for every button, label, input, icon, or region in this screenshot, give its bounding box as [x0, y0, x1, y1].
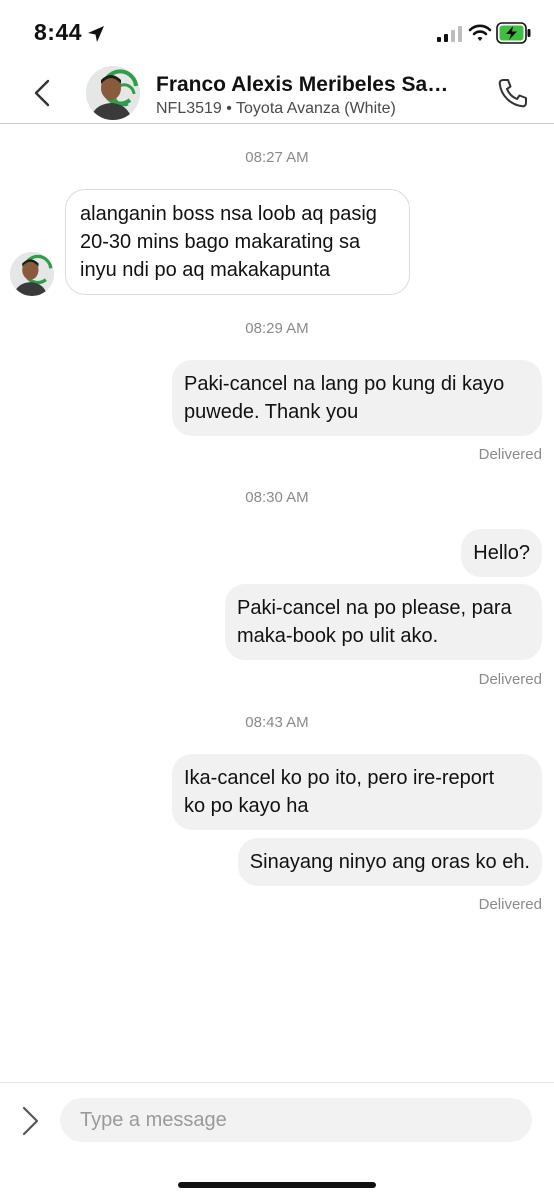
delivery-status: Delivered — [478, 446, 542, 463]
chevron-left-icon — [34, 79, 50, 107]
call-button[interactable] — [496, 76, 530, 110]
message-line: 20-30 mins bago makarating sa — [80, 231, 361, 253]
message-line: Paki-cancel na po please, para — [237, 597, 512, 619]
driver-photo — [10, 252, 54, 296]
vehicle-info: NFL3519 • Toyota Avanza (White) — [156, 100, 396, 117]
message-line: Sinayang ninyo ang oras ko eh. — [249, 851, 530, 873]
message-thread[interactable]: 08:27 AM alanganin boss nsa loob aq pasi… — [0, 124, 554, 1082]
timestamp: 08:30 AM — [245, 489, 309, 506]
outgoing-message[interactable]: Ika-cancel ko po ito, pero ire-report ko… — [172, 754, 542, 830]
timestamp: 08:43 AM — [245, 714, 309, 731]
contact-name: Franco Alexis Meribeles Sant… — [156, 73, 461, 96]
message-composer — [0, 1082, 554, 1158]
outgoing-message[interactable]: Sinayang ninyo ang oras ko eh. — [237, 838, 542, 886]
status-time: 8:44 — [34, 19, 83, 45]
delivery-status: Delivered — [478, 896, 542, 913]
sender-avatar — [10, 252, 54, 296]
outgoing-message[interactable]: Paki-cancel na po please, para maka-book… — [225, 584, 542, 660]
home-indicator[interactable] — [178, 1182, 376, 1188]
message-input[interactable] — [60, 1098, 532, 1142]
message-line: inyu ndi po aq makakapunta — [80, 259, 331, 281]
message-line: alanganin boss nsa loob aq pasig — [80, 203, 377, 225]
chat-header: Franco Alexis Meribeles Sant… NFL3519 • … — [0, 62, 554, 124]
message-line: puwede. Thank you — [184, 401, 359, 423]
message-line: Paki-cancel na lang po kung di kayo — [184, 373, 505, 395]
cellular-signal-icon — [437, 26, 462, 42]
timestamp: 08:27 AM — [245, 149, 309, 166]
timestamp: 08:29 AM — [245, 320, 309, 337]
phone-icon — [498, 79, 527, 108]
driver-photo — [86, 66, 140, 120]
message-line: Hello? — [473, 542, 530, 564]
delivery-status: Delivered — [478, 671, 542, 688]
message-line: maka-book po ulit ako. — [237, 625, 439, 647]
outgoing-message[interactable]: Hello? — [461, 529, 542, 577]
wifi-icon — [468, 24, 492, 41]
avatar[interactable] — [86, 66, 140, 120]
location-arrow-icon — [88, 26, 104, 42]
incoming-message[interactable]: alanganin boss nsa loob aq pasig 20-30 m… — [65, 189, 410, 295]
battery-charging-icon — [496, 22, 531, 44]
back-button[interactable] — [26, 76, 60, 110]
expand-button[interactable] — [18, 1105, 42, 1137]
chevron-right-icon — [22, 1106, 39, 1136]
message-line: Ika-cancel ko po ito, pero ire-report — [184, 767, 495, 789]
status-bar: 8:44 — [0, 0, 554, 62]
message-line: ko po kayo ha — [184, 795, 309, 817]
outgoing-message[interactable]: Paki-cancel na lang po kung di kayo puwe… — [172, 360, 542, 436]
